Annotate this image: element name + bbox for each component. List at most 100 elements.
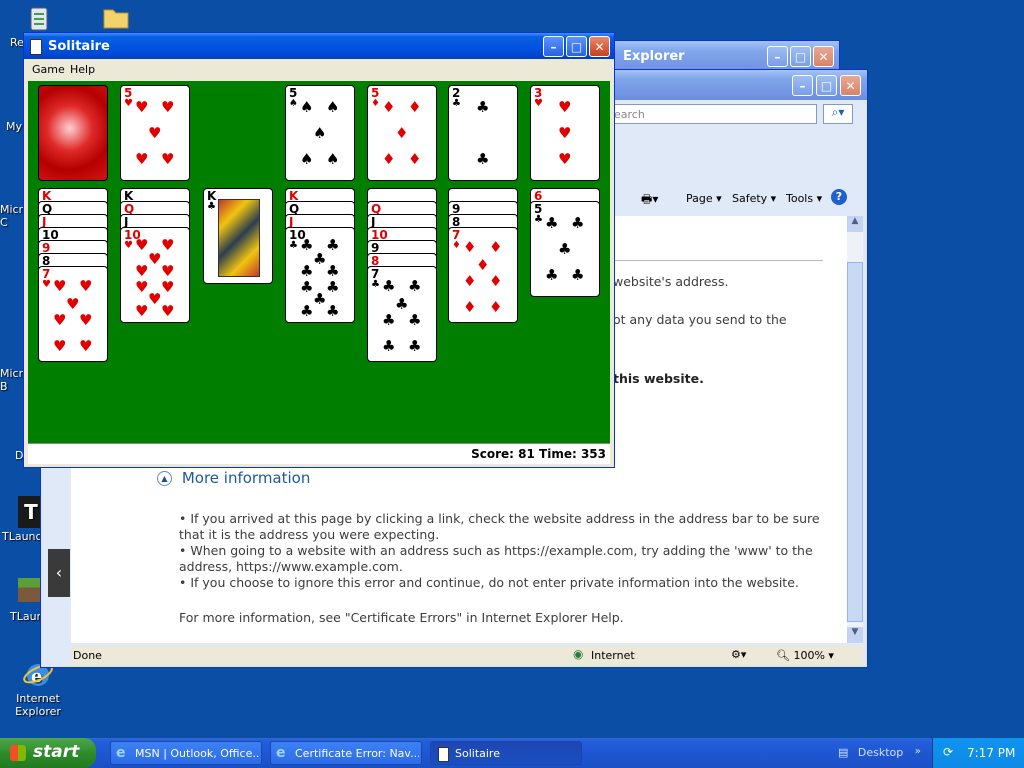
search-input[interactable]: earch [611, 104, 817, 124]
card-pip: ♥ [161, 278, 175, 296]
scroll-thumb[interactable] [847, 262, 863, 622]
vertical-scrollbar[interactable]: ▲ ▼ [847, 216, 863, 643]
card-pip: ♠ [326, 98, 340, 116]
foundation-3[interactable]: 2 ♣ ♣ ♣ [448, 85, 518, 181]
card-pip: ♣ [558, 240, 572, 258]
chevron-right-icon[interactable]: » [915, 746, 921, 757]
maximize-button[interactable]: □ [816, 75, 837, 96]
foundation-1[interactable]: 5 ♠ ♠ ♠ ♠ ♠ ♠ [285, 85, 355, 181]
menu-help[interactable]: Help [70, 63, 95, 76]
tableau-top-card[interactable]: 7 ♣ ♣ ♣ ♣ ♣ ♣ ♣ ♣ [367, 266, 437, 362]
scroll-up-arrow[interactable]: ▲ [847, 216, 863, 232]
desktop-icon-label: Internet Explorer [15, 692, 61, 718]
card-pip: ♥ [161, 302, 175, 320]
close-button[interactable]: ✕ [840, 75, 861, 96]
maximize-button[interactable]: □ [566, 36, 587, 57]
tools-menu-button[interactable]: Tools ▾ [786, 192, 822, 205]
desktop-toolbar-icon: ▤ [838, 746, 849, 759]
maximize-button[interactable]: □ [790, 46, 811, 67]
card-pip: ♥ [148, 250, 162, 268]
tableau-top-card[interactable]: 7 ♥ ♥ ♥ ♥ ♥ ♥ ♥ ♥ [38, 266, 108, 362]
desktop-icon-label: Micro B [0, 367, 30, 393]
error-text-2: ot any data you send to the [613, 312, 787, 327]
safety-menu-label: Safety [732, 192, 768, 205]
card-pip: ♦ [382, 98, 396, 116]
start-button[interactable]: start [0, 738, 96, 768]
card-suit: ♣ [452, 98, 461, 109]
card-pip: ♥ [148, 290, 162, 308]
card-pip: ♦ [463, 272, 477, 290]
card-pip: ♥ [135, 262, 149, 280]
desktop-toolbar-label: Desktop [857, 746, 904, 759]
desktop-icon-tlauncher[interactable]: T TLaunch [0, 496, 49, 543]
foundation-2[interactable]: 5 ♦ ♦ ♦ ♦ ♦ ♦ [367, 85, 437, 181]
taskbar-button-certificate-error[interactable]: e Certificate Error: Nav... [270, 741, 422, 765]
close-button[interactable]: ✕ [813, 46, 834, 67]
ie-icon: e [116, 745, 126, 761]
solitaire-app-icon [30, 39, 42, 55]
card-pip: ♥ [66, 295, 80, 313]
card-suit: ♦ [371, 98, 380, 109]
tableau-top-card[interactable]: 5 ♣ ♣ ♣ ♣ ♣ ♣ [530, 201, 600, 297]
stock-pile[interactable] [38, 85, 108, 181]
card-suit: ♥ [124, 98, 133, 109]
face-card-art [218, 199, 260, 277]
taskbar: start e MSN | Outlook, Office... e Certi… [0, 738, 1024, 768]
card-pip: ♥ [135, 150, 149, 168]
foundation-4[interactable]: 3 ♥ ♥ ♥ ♥ [530, 85, 600, 181]
bullet-line-3: • When going to a website with an addres… [179, 543, 813, 558]
card-pip: ♥ [558, 98, 572, 116]
card-pip: ♦ [408, 98, 422, 116]
close-button[interactable]: ✕ [589, 36, 610, 57]
desktop-icon-folder[interactable] [78, 2, 154, 36]
taskbar-button-msn[interactable]: e MSN | Outlook, Office... [110, 741, 262, 765]
card-pip: ♣ [300, 236, 314, 254]
solitaire-window[interactable]: Solitaire – □ ✕ Game Help 5 ♥ ♥ ♥ ♥ ♥ ♥ 5 ♠ … [23, 32, 615, 468]
taskbar-button-solitaire[interactable]: Solitaire [430, 741, 582, 765]
minimize-button[interactable]: – [767, 46, 788, 67]
desktop-icon-micro-b[interactable]: Micro B [0, 367, 30, 393]
print-icon[interactable]: 🖶▾ [641, 190, 658, 211]
tableau-top-card[interactable]: K ♣ [203, 188, 273, 284]
command-bar: 🖶▾ Page ▾ Safety ▾ Tools ▾ ? [611, 187, 861, 209]
card-pip: ♣ [545, 266, 559, 284]
help-icon[interactable]: ? [831, 189, 847, 205]
minimize-button[interactable]: – [792, 75, 813, 96]
tray-icon[interactable]: ⟳ [943, 745, 953, 759]
back-arrow-button[interactable]: ‹ [48, 549, 70, 597]
desktop-icon-tlauncher-2[interactable]: TLaun [0, 578, 44, 623]
desktop-toolbar[interactable]: ▤ Desktop » [838, 746, 921, 759]
protected-mode-icon[interactable]: ⚙▾ [731, 648, 746, 661]
card-suit: ♥ [124, 240, 133, 251]
desktop-icon-micro-c[interactable]: Micro C [0, 203, 30, 229]
zoom-control[interactable]: 🔍︎ 100% ▾ [776, 649, 834, 662]
card-pip: ♠ [313, 124, 327, 142]
card-suit: ♣ [207, 201, 216, 212]
search-button[interactable]: ⌕▾ [823, 104, 853, 124]
card-pip: ♦ [476, 256, 490, 274]
tableau-top-card[interactable]: 7 ♦ ♦ ♦ ♦ ♦ ♦ ♦ ♦ [448, 227, 518, 323]
bullet-line-4: address, https://www.example.com. [179, 559, 403, 574]
card-pip: ♣ [326, 278, 340, 296]
clock[interactable]: 7:17 PM [967, 746, 1015, 760]
scroll-down-arrow[interactable]: ▼ [847, 627, 863, 643]
page-menu-button[interactable]: Page ▾ [686, 192, 722, 205]
bullet-line-2: that it is the address you were expectin… [179, 527, 440, 542]
bullet-line-1: • If you arrived at this page by clickin… [179, 511, 820, 526]
card-pip: ♥ [558, 150, 572, 168]
more-info-expander[interactable]: ▲ More information [157, 469, 310, 487]
zoom-level: 100% [793, 649, 825, 662]
waste-card[interactable]: 5 ♥ ♥ ♥ ♥ ♥ ♥ [120, 85, 190, 181]
tableau-top-card[interactable]: 10 ♣ ♣ ♣ ♣ ♣ ♣ ♣ ♣ ♣ ♣ ♣ [285, 227, 355, 323]
ie-status-bar: Done ◉ Internet ⚙▾ 🔍︎ 100% ▾ [71, 646, 863, 665]
safety-menu-button[interactable]: Safety ▾ [732, 192, 776, 205]
solitaire-titlebar[interactable]: Solitaire – □ ✕ [24, 33, 614, 59]
error-text-3: this website. [613, 371, 704, 386]
more-info-link[interactable]: More information [182, 469, 311, 487]
menu-game[interactable]: Game [32, 63, 65, 76]
desktop-icon-label: TLaunch [2, 530, 49, 543]
collapse-icon: ▲ [157, 470, 172, 486]
tableau-top-card[interactable]: 10 ♥ ♥ ♥ ♥ ♥ ♥ ♥ ♥ ♥ ♥ ♥ [120, 227, 190, 323]
error-text-1: website's address. [613, 274, 729, 289]
minimize-button[interactable]: – [543, 36, 564, 57]
